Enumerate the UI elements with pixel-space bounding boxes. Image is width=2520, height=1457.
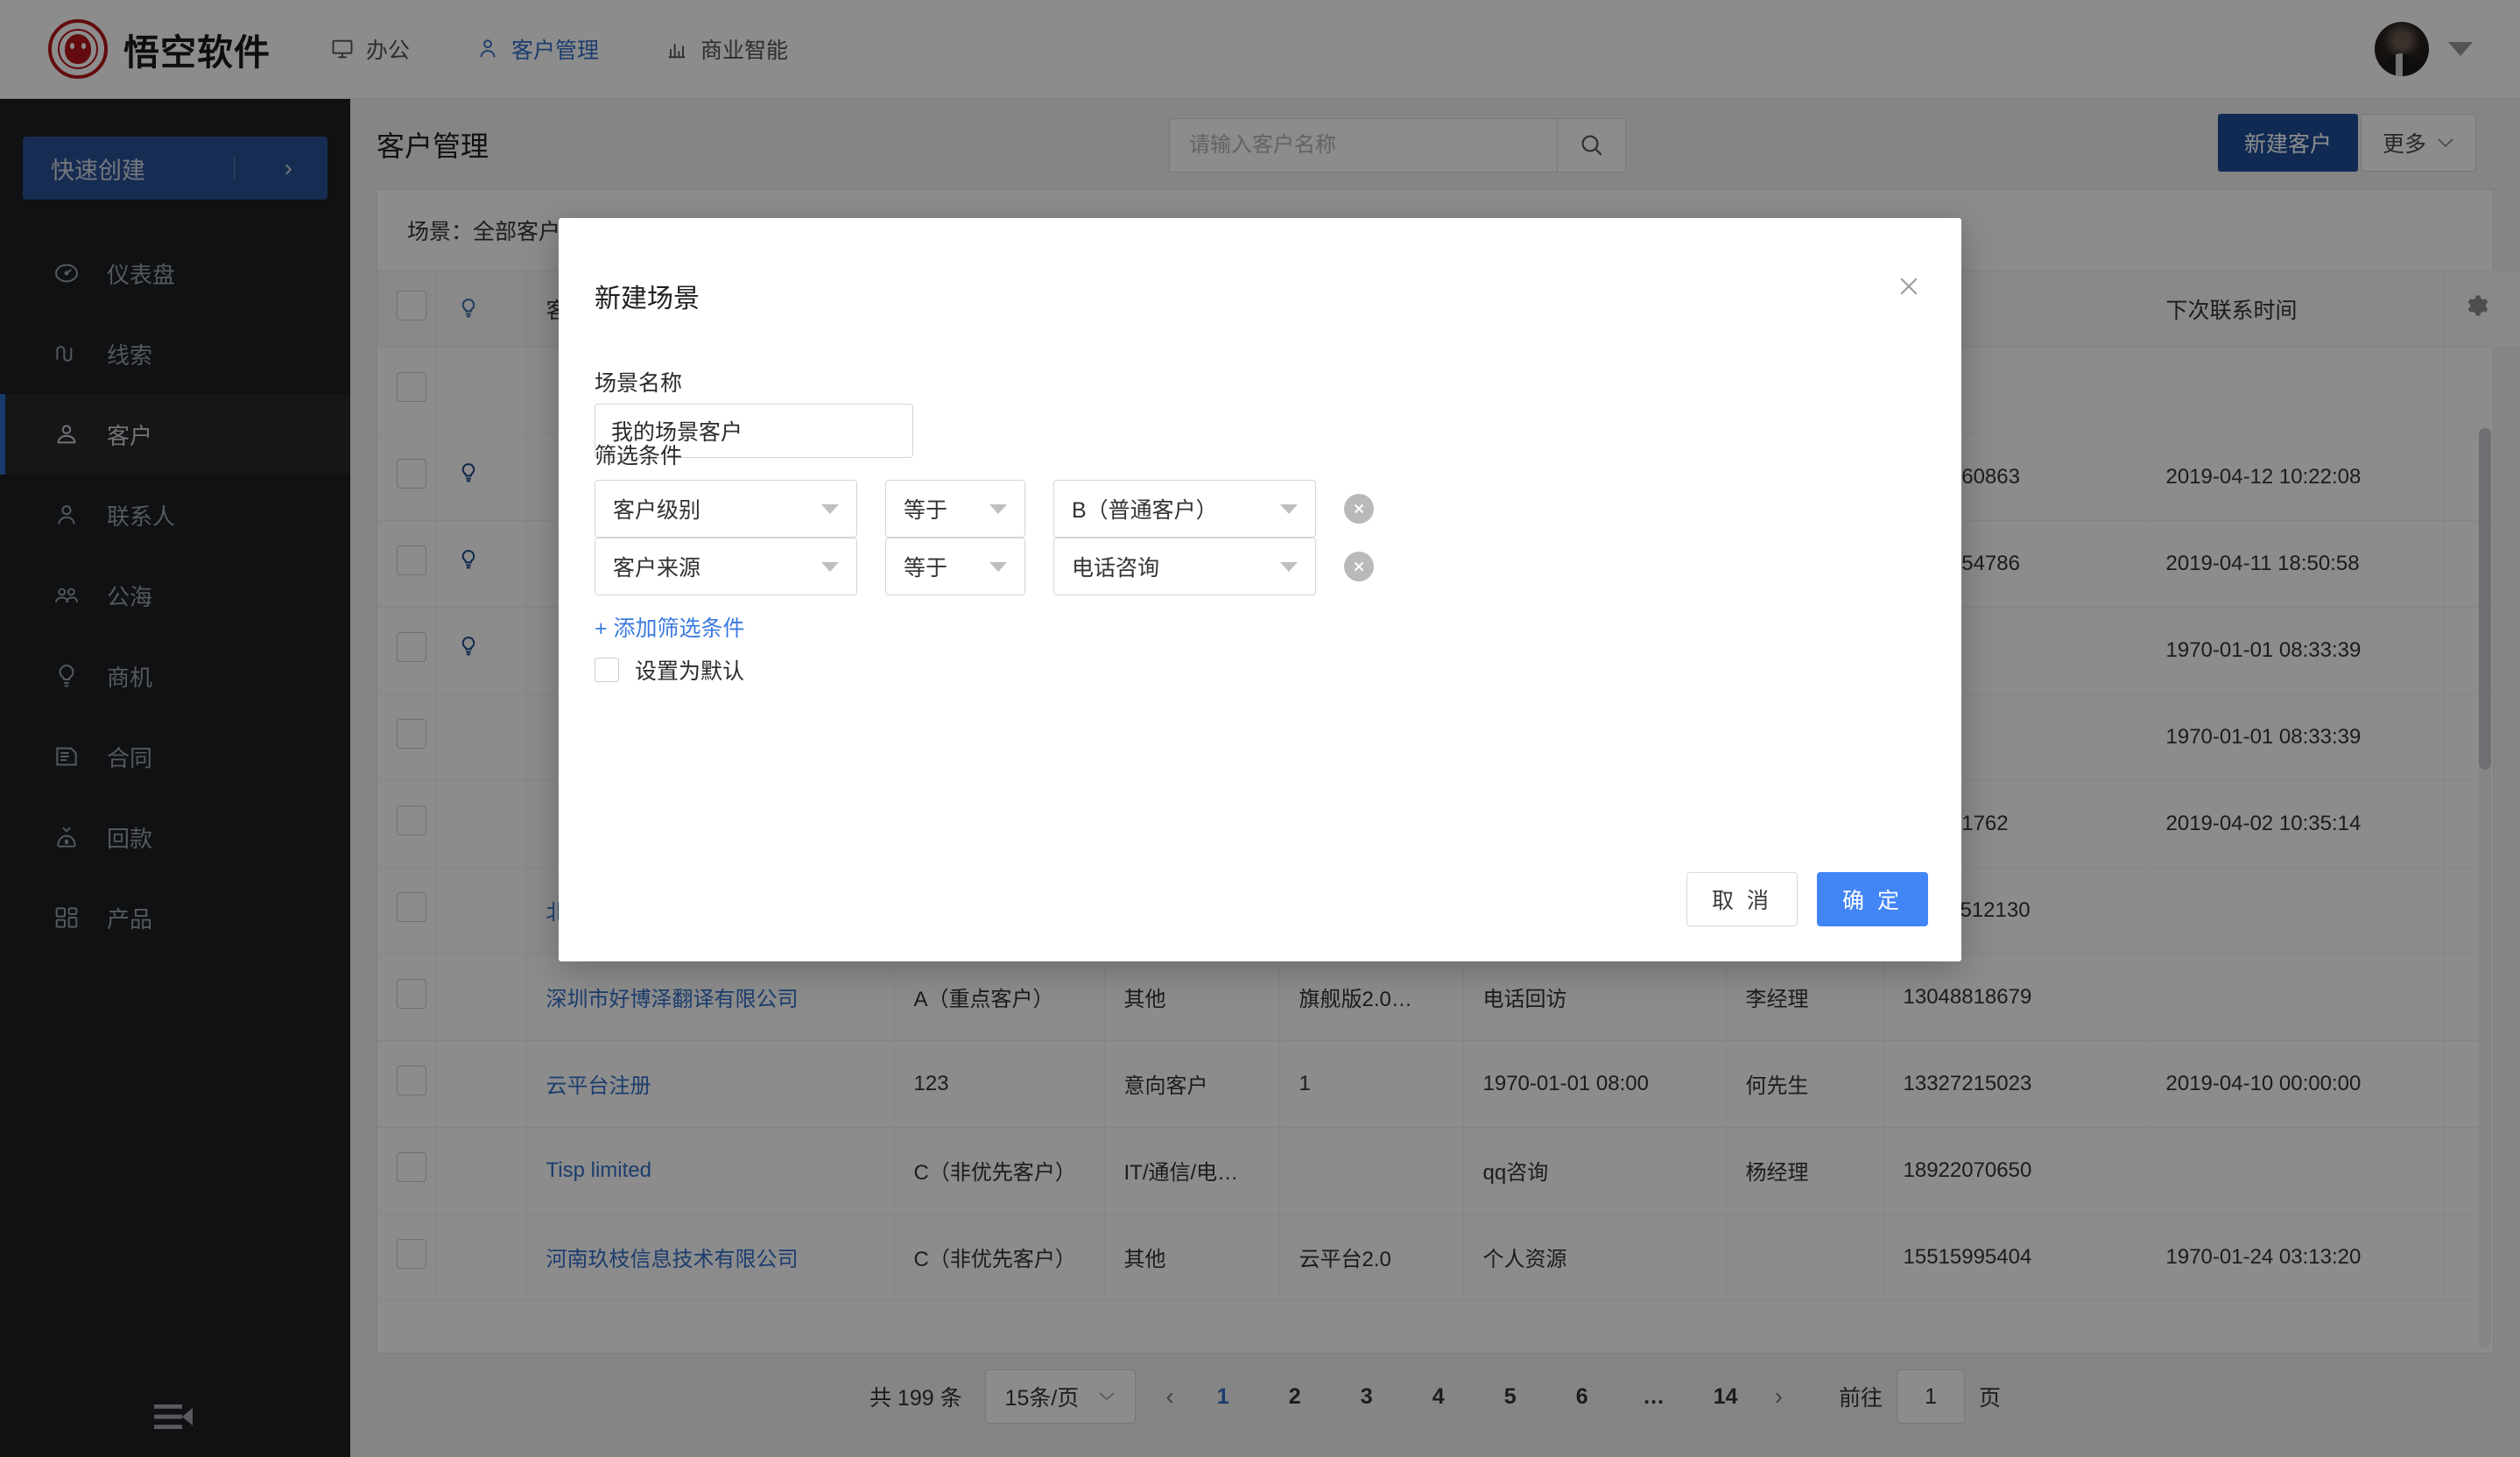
condition-field-value-1: 客户级别 <box>613 498 701 523</box>
close-icon[interactable] <box>1891 269 1926 304</box>
confirm-button[interactable]: 确 定 <box>1817 872 1928 926</box>
condition-field-select-1[interactable]: 客户级别 <box>595 480 857 538</box>
condition-value-text-2: 电话咨询 <box>1072 556 1160 581</box>
condition-value-select-2[interactable]: 电话咨询 <box>1053 538 1316 595</box>
close-circle-icon <box>1354 503 1364 514</box>
remove-condition-button-1[interactable] <box>1344 494 1374 524</box>
chevron-down-icon <box>989 503 1007 514</box>
app-root: 悟空软件 办公 客户管理 商业智能 快速创建 › 仪表盘 线索 客户 联系人 公… <box>0 0 2520 1457</box>
add-condition-link[interactable]: + 添加筛选条件 <box>595 611 745 643</box>
chevron-down-icon <box>1280 561 1298 572</box>
chevron-down-icon <box>1280 503 1298 514</box>
filter-condition-row: 客户来源 等于 电话咨询 <box>595 538 1374 595</box>
set-default-checkbox[interactable] <box>595 658 619 682</box>
filter-condition-row: 客户级别 等于 B（普通客户） <box>595 480 1374 538</box>
condition-operator-value-1: 等于 <box>904 498 948 523</box>
chevron-down-icon <box>821 561 839 572</box>
close-x-glyph <box>1900 278 1918 295</box>
condition-operator-value-2: 等于 <box>904 556 948 581</box>
remove-condition-button-2[interactable] <box>1344 552 1374 581</box>
cancel-button[interactable]: 取 消 <box>1686 872 1798 926</box>
new-scene-modal: 新建场景 场景名称 筛选条件 客户级别 等于 B（普通客户） <box>559 218 1961 961</box>
condition-operator-select-2[interactable]: 等于 <box>885 538 1025 595</box>
chevron-down-icon <box>989 561 1007 572</box>
modal-footer: 取 消 确 定 <box>1686 872 1928 926</box>
condition-value-text-1: B（普通客户） <box>1072 498 1218 523</box>
scene-name-label: 场景名称 <box>595 371 683 396</box>
set-default-label: 设置为默认 <box>635 659 745 684</box>
condition-field-value-2: 客户来源 <box>613 556 701 581</box>
close-circle-icon <box>1354 561 1364 572</box>
condition-operator-select-1[interactable]: 等于 <box>885 480 1025 538</box>
chevron-down-icon <box>821 503 839 514</box>
condition-value-select-1[interactable]: B（普通客户） <box>1053 480 1316 538</box>
set-default-row[interactable]: 设置为默认 <box>595 654 744 686</box>
filter-conditions-label: 筛选条件 <box>595 444 683 468</box>
condition-field-select-2[interactable]: 客户来源 <box>595 538 857 595</box>
modal-title: 新建场景 <box>595 285 700 313</box>
